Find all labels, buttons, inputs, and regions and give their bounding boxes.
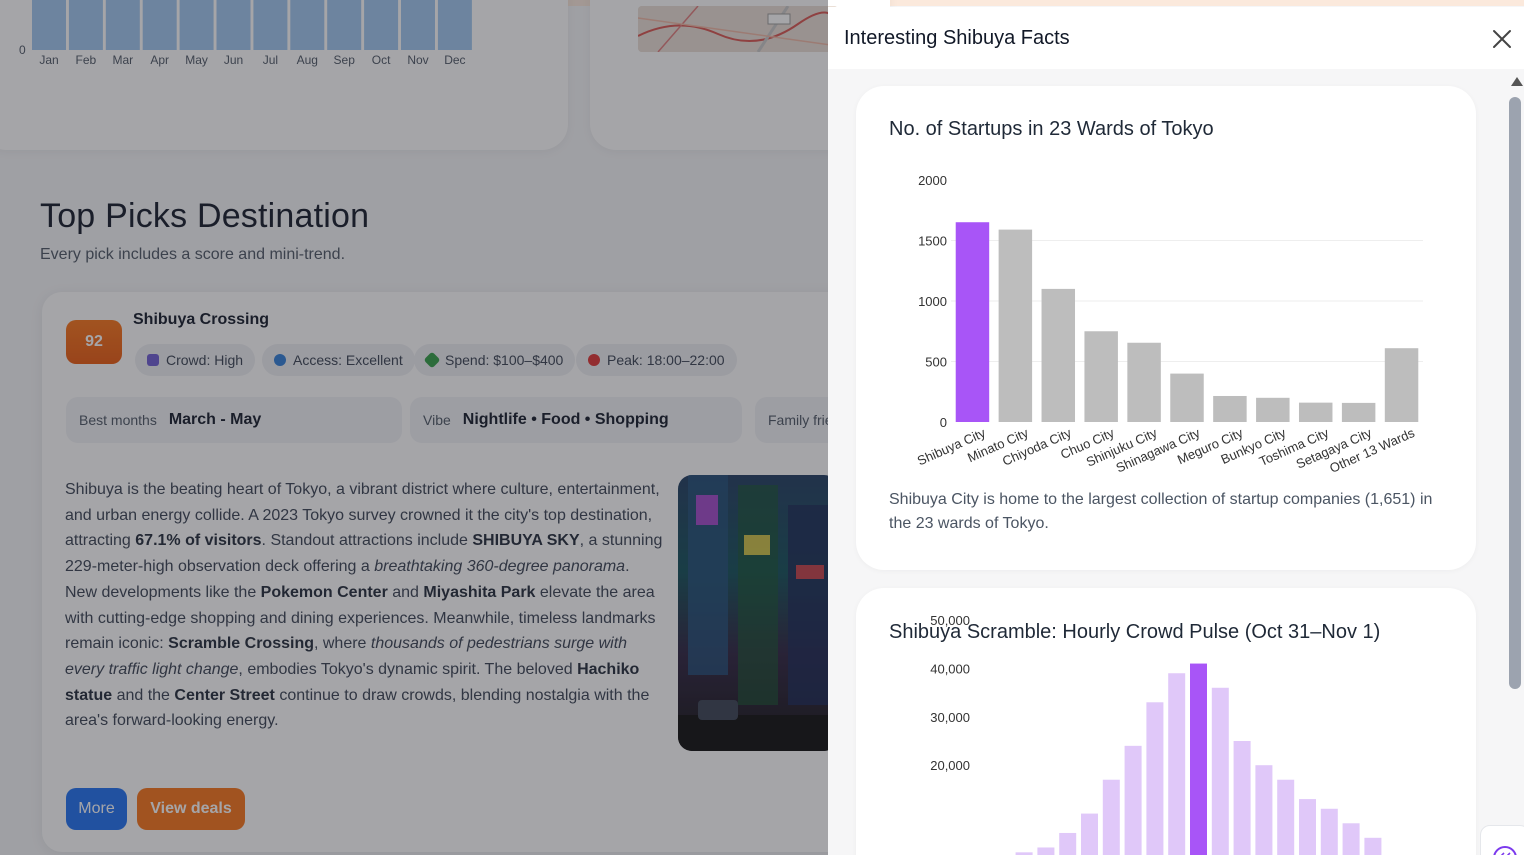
- startups-fact-card: No. of Startups in 23 Wards of Tokyo 0 50…: [856, 86, 1476, 570]
- startup-bar[interactable]: [1298, 402, 1333, 422]
- startup-bar[interactable]: [1213, 395, 1247, 422]
- startup-bar[interactable]: [1127, 342, 1161, 422]
- crowd-fact-card: Shibuya Scramble: Hourly Crowd Pulse (Oc…: [856, 588, 1476, 855]
- collapse-chevrons-button[interactable]: [1480, 825, 1524, 855]
- startup-bar[interactable]: [1170, 373, 1204, 422]
- scrollbar-thumb[interactable]: [1509, 97, 1521, 689]
- crowd-bar[interactable]: [1124, 745, 1142, 855]
- y-tick-label: 500: [925, 355, 947, 370]
- facts-drawer: Interesting Shibuya Facts No. of Startup…: [828, 7, 1524, 855]
- startup-bar[interactable]: [955, 222, 990, 422]
- crowd-bar[interactable]: [1037, 847, 1055, 855]
- y-tick-label: 40,000: [930, 661, 970, 676]
- y-tick-label: 20,000: [930, 758, 970, 773]
- crowd-bar[interactable]: [1081, 813, 1098, 855]
- crowd-bar[interactable]: [1320, 808, 1338, 855]
- chevrons-icon: [1493, 846, 1517, 855]
- startup-bar[interactable]: [1341, 402, 1376, 422]
- crowd-bar[interactable]: [1059, 832, 1077, 855]
- crowd-bar[interactable]: [1342, 823, 1360, 855]
- y-tick-label: 30,000: [930, 710, 970, 725]
- crowd-bar[interactable]: [1277, 779, 1295, 855]
- crowd-bar[interactable]: [1211, 687, 1229, 855]
- drawer-body[interactable]: No. of Startups in 23 Wards of Tokyo 0 50…: [828, 69, 1524, 855]
- crowd-bar[interactable]: [1102, 779, 1120, 855]
- crowd-bar[interactable]: [1190, 663, 1207, 855]
- y-tick-label: 2000: [918, 173, 947, 188]
- modal-backdrop[interactable]: [0, 0, 828, 855]
- startup-bar[interactable]: [1384, 348, 1419, 422]
- startup-bar[interactable]: [1041, 288, 1076, 422]
- crowd-bar[interactable]: [1364, 837, 1382, 855]
- y-tick-label: 1500: [918, 234, 947, 249]
- scroll-up-arrow-icon[interactable]: [1511, 77, 1523, 86]
- crowd-bar[interactable]: [1299, 799, 1316, 855]
- startup-bar[interactable]: [1256, 397, 1290, 422]
- crowd-bar[interactable]: [1255, 765, 1273, 855]
- y-tick-label: 50,000: [930, 613, 970, 628]
- startup-bar[interactable]: [1084, 331, 1118, 422]
- startups-bar-chart: 0500100015002000Shibuya CityMinato CityC…: [915, 173, 1423, 476]
- drawer-title: Interesting Shibuya Facts: [844, 27, 1070, 49]
- close-icon[interactable]: [1490, 27, 1514, 51]
- y-tick-label: 1000: [918, 294, 947, 309]
- startup-bar[interactable]: [998, 229, 1033, 422]
- crowd-bar[interactable]: [1168, 673, 1186, 855]
- crowd-bar-chart: 20,000 30,000 40,000 50,000: [930, 613, 1382, 855]
- startups-caption: Shibuya City is home to the largest coll…: [889, 491, 1433, 532]
- crowd-bar[interactable]: [1146, 702, 1164, 855]
- crowd-bar[interactable]: [1233, 741, 1251, 855]
- y-tick-label: 0: [940, 415, 947, 430]
